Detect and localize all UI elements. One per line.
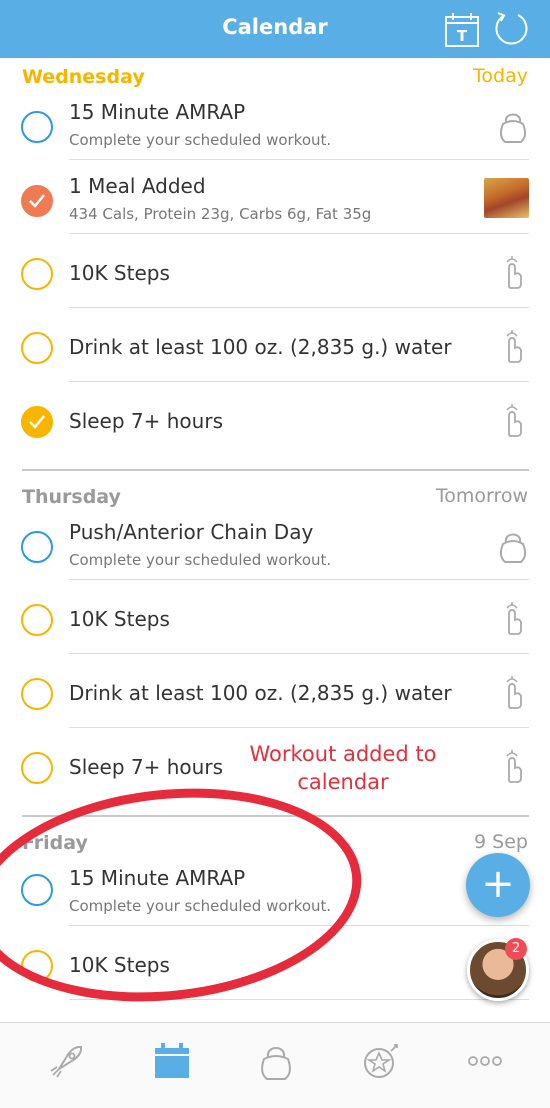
list-item-meal[interactable]: 1 Meal Added 434 Cals, Protein 23g, Carb… xyxy=(0,160,550,234)
list-item-steps[interactable]: 10K Steps xyxy=(0,234,550,308)
list-item-water[interactable]: Drink at least 100 oz. (2,835 g.) water xyxy=(0,654,550,728)
item-title: Push/Anterior Chain Day xyxy=(69,520,314,544)
svg-text:T: T xyxy=(457,27,468,45)
day-name: Thursday xyxy=(22,486,121,508)
completed-checkbox[interactable] xyxy=(21,185,53,217)
today-calendar-button[interactable]: T xyxy=(444,12,480,48)
day-relative-date: 9 Sep xyxy=(474,831,528,853)
tap-finger-icon xyxy=(497,328,529,363)
incomplete-checkbox[interactable] xyxy=(21,531,53,563)
refresh-button[interactable] xyxy=(492,10,530,48)
list-item-steps[interactable]: 10K Steps xyxy=(0,580,550,654)
incomplete-checkbox[interactable] xyxy=(21,752,53,784)
rocket-icon xyxy=(50,1045,83,1078)
tap-finger-icon xyxy=(497,402,529,437)
annotation-text: Workout added to calendar xyxy=(249,742,437,794)
list-item-workout[interactable]: Push/Anterior Chain Day Complete your sc… xyxy=(0,506,550,580)
kettlebell-icon xyxy=(497,528,529,563)
notification-badge: 2 xyxy=(505,938,527,960)
tab-more[interactable] xyxy=(465,1041,505,1081)
achievements-icon xyxy=(364,1044,398,1078)
incomplete-checkbox[interactable] xyxy=(21,332,53,364)
tap-finger-icon xyxy=(497,674,529,709)
item-title: 1 Meal Added xyxy=(69,174,206,198)
tap-finger-icon xyxy=(497,748,529,783)
item-subtitle: 434 Cals, Protein 23g, Carbs 6g, Fat 35g xyxy=(69,205,372,223)
day-relative-date: Tomorrow xyxy=(435,485,528,507)
item-title: Drink at least 100 oz. (2,835 g.) water xyxy=(69,681,452,705)
tab-workouts[interactable] xyxy=(256,1041,296,1081)
tap-finger-icon xyxy=(497,254,529,289)
incomplete-checkbox[interactable] xyxy=(21,258,53,290)
calendar-today-icon: T xyxy=(445,13,479,47)
item-title: Sleep 7+ hours xyxy=(69,409,223,433)
completed-checkbox[interactable] xyxy=(21,406,53,438)
day-separator xyxy=(22,469,529,471)
kettlebell-icon xyxy=(497,108,529,143)
incomplete-checkbox[interactable] xyxy=(21,111,53,143)
tab-rocket[interactable] xyxy=(47,1041,87,1081)
day-name: Wednesday xyxy=(22,66,145,88)
app-header: Calendar T xyxy=(0,0,550,58)
list-item-workout[interactable]: 15 Minute AMRAP Complete your scheduled … xyxy=(0,86,550,160)
checkmark-icon xyxy=(29,194,45,208)
add-button[interactable]: + xyxy=(466,853,530,917)
calendar-icon xyxy=(155,1043,189,1078)
tap-finger-icon xyxy=(497,600,529,635)
item-subtitle: Complete your scheduled workout. xyxy=(69,131,332,149)
item-title: 10K Steps xyxy=(69,261,170,285)
tab-achievements[interactable] xyxy=(361,1041,401,1081)
item-title: Drink at least 100 oz. (2,835 g.) water xyxy=(69,335,452,359)
item-subtitle: Complete your scheduled workout. xyxy=(69,551,332,569)
refresh-icon xyxy=(495,12,528,45)
incomplete-checkbox[interactable] xyxy=(21,678,53,710)
tab-calendar[interactable] xyxy=(152,1041,192,1081)
more-icon xyxy=(468,1056,502,1066)
item-title: 15 Minute AMRAP xyxy=(69,100,246,124)
item-title: Sleep 7+ hours xyxy=(69,755,223,779)
list-item-sleep[interactable]: Sleep 7+ hours xyxy=(0,382,550,456)
meal-thumbnail[interactable] xyxy=(484,178,529,218)
checkmark-icon xyxy=(29,415,45,429)
item-title: 10K Steps xyxy=(69,607,170,631)
list-item-water[interactable]: Drink at least 100 oz. (2,835 g.) water xyxy=(0,308,550,382)
bottom-tab-bar xyxy=(0,1022,550,1108)
day-relative-date: Today xyxy=(473,65,528,87)
kettlebell-icon xyxy=(261,1047,291,1080)
incomplete-checkbox[interactable] xyxy=(21,604,53,636)
